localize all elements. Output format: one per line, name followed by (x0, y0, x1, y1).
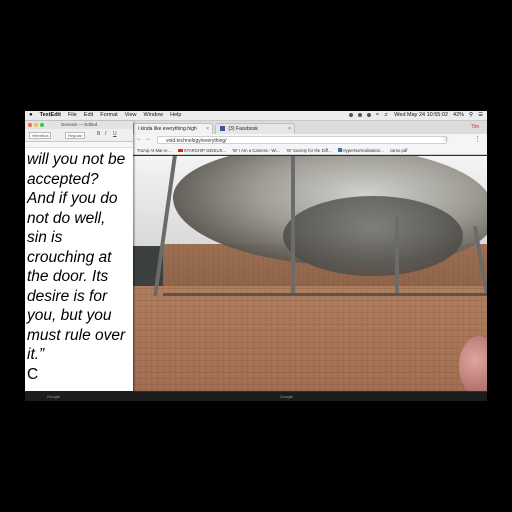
font-style-select[interactable]: Regular (65, 132, 86, 139)
bookmark-star-icon[interactable]: ☆ (443, 135, 449, 143)
textedit-titlebar[interactable]: Genesis — Edited (25, 121, 133, 129)
clock[interactable]: Wed May 24 10:55:02 (394, 112, 448, 118)
text-line: must rule over (27, 326, 126, 344)
bookmark-item[interactable]: HyperNormalisation... (337, 147, 384, 153)
italic-icon[interactable]: I (105, 131, 106, 137)
address-bar[interactable]: void.technology/everything/ (157, 136, 447, 144)
status-icon[interactable] (366, 113, 371, 117)
battery-percent[interactable]: 42% (453, 112, 464, 118)
minimize-window-icon[interactable] (34, 123, 38, 127)
document-title: Genesis — Edited (60, 122, 98, 127)
text-line: it.” (27, 346, 45, 363)
bookmark-label: 'W' I Am a Camera - Wi... (232, 147, 281, 153)
wifi-icon[interactable]: ≈ (376, 112, 379, 118)
profile-button[interactable]: Tim (471, 124, 479, 130)
back-icon[interactable]: ← (136, 136, 142, 142)
forward-icon[interactable]: → (145, 136, 151, 142)
menu-file[interactable]: File (68, 112, 77, 118)
font-family-select[interactable]: Helvetica (29, 132, 52, 139)
document-body[interactable]: will you not be accepted? And if you do … (25, 148, 133, 384)
facebook-icon (220, 126, 225, 132)
volume-icon[interactable]: ♬ (384, 112, 390, 118)
bookmark-label: 'W' Society for the Diff... (286, 147, 332, 153)
tab-title: i kinda like everything.high (138, 126, 197, 132)
scene-post (395, 216, 399, 294)
bold-icon[interactable]: B (97, 131, 100, 137)
page: { "menubar": { "app": "TextEdit", "items… (0, 0, 512, 512)
youtube-icon (177, 148, 183, 152)
close-tab-icon[interactable]: × (206, 124, 209, 134)
bookmark-label: HyperNormalisation... (342, 147, 384, 153)
bookmark-item[interactable]: 'W' I Am a Camera - Wi... (232, 148, 280, 153)
scene-post (291, 156, 295, 296)
textedit-format-bar: Helvetica Regular B I U (25, 129, 133, 142)
bookmark-item[interactable]: carse.pdf (390, 148, 408, 153)
text-line: And if you do (27, 190, 118, 207)
menu-bar: ● TextEdit File Edit Format View Window … (25, 111, 487, 121)
bookmark-item[interactable]: 'W' Society for the Diff... (286, 148, 332, 153)
menu-app-name[interactable]: TextEdit (40, 112, 61, 118)
dock-item[interactable]: Google (280, 394, 293, 399)
scene-rail (163, 293, 487, 296)
search-icon[interactable]: ⚲ (469, 112, 473, 118)
status-icon[interactable] (348, 113, 353, 117)
menu-format[interactable]: Format (100, 112, 117, 118)
text-line: accepted? (27, 170, 99, 188)
bookmark-item[interactable]: Trump At Mar-a-... (137, 148, 172, 153)
zoom-window-icon[interactable] (40, 123, 44, 127)
bookmarks-bar: Trump At Mar-a-... STARSHIP GENIUS... 'W… (133, 146, 487, 155)
tab-title: (3) Facebook (228, 126, 258, 132)
textedit-window[interactable]: Genesis — Edited Helvetica Regular B I U… (25, 121, 133, 391)
text-line: not do well, (27, 209, 106, 227)
scene-floor (133, 286, 487, 391)
menu-view[interactable]: View (125, 112, 137, 118)
browser-tab[interactable]: (3) Facebook × (215, 123, 295, 134)
text-line: desire is for (27, 287, 108, 305)
bookmark-label: STARSHIP GENIUS... (183, 147, 227, 153)
dock-item[interactable]: Google (47, 394, 60, 399)
bookmark-label: Trump At Mar-a-... (137, 147, 172, 153)
site-icon (337, 148, 342, 152)
menu-window[interactable]: Window (144, 112, 164, 118)
menu-help[interactable]: Help (170, 112, 181, 118)
menu-edit[interactable]: Edit (84, 112, 93, 118)
text-line: the door. Its (27, 268, 109, 285)
status-icon[interactable] (357, 113, 362, 117)
text-line: crouching at (27, 248, 112, 266)
desktop-screen: ● TextEdit File Edit Format View Window … (25, 111, 487, 401)
bookmark-item[interactable]: STARSHIP GENIUS... (177, 147, 227, 153)
browser-tab[interactable]: i kinda like everything.high × (133, 123, 213, 134)
text-line: sin is (27, 229, 63, 246)
close-tab-icon[interactable]: × (288, 124, 291, 134)
dock: Google Google (25, 392, 487, 401)
apple-icon[interactable]: ● (29, 112, 33, 118)
text-line: you, but you (27, 307, 112, 324)
text-line-cursor: C (27, 365, 39, 383)
browser-menu-icon[interactable]: ⋮ (474, 135, 481, 143)
text-line: will you not be (27, 151, 126, 168)
scene-sculpture-shadow (283, 196, 463, 276)
close-window-icon[interactable] (28, 123, 32, 127)
underline-icon[interactable]: U (113, 131, 117, 137)
bookmark-label: carse.pdf (389, 147, 408, 153)
menu-list-icon[interactable]: ☰ (478, 112, 483, 118)
webgl-scene[interactable] (133, 156, 487, 391)
